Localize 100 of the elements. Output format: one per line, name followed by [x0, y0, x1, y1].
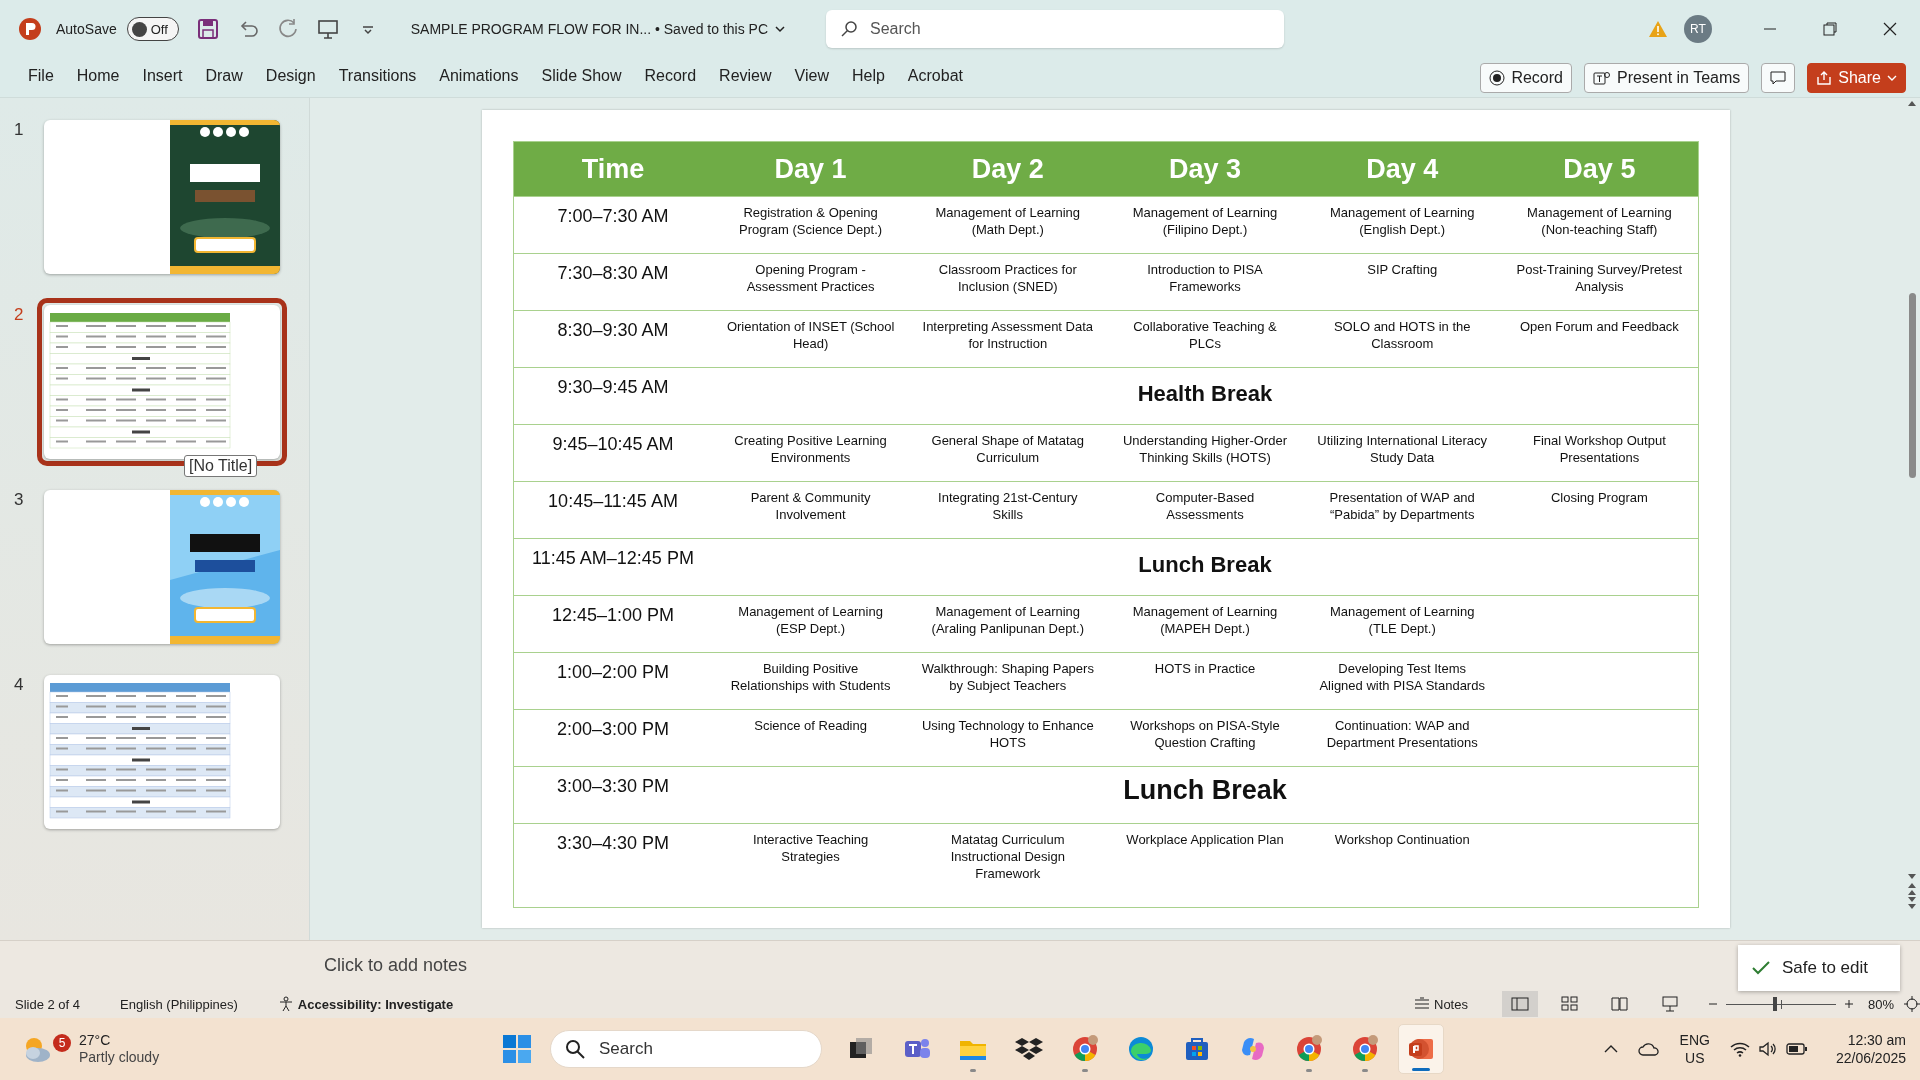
normal-view-icon: [1510, 996, 1529, 1012]
user-avatar[interactable]: RT: [1684, 15, 1712, 43]
session-cell: Continuation: WAP and Department Presentations: [1326, 718, 1478, 750]
session-cell: Interactive Teaching Strategies: [752, 832, 869, 864]
wifi-icon[interactable]: [1729, 1041, 1750, 1057]
record-button[interactable]: Record: [1480, 62, 1572, 93]
ribbon-tab[interactable]: Acrobat: [897, 61, 973, 94]
safe-to-edit-notice[interactable]: Safe to edit: [1738, 945, 1900, 991]
time-cell: 11:45 AM–12:45 PM: [532, 548, 694, 568]
teams-icon: [1592, 69, 1611, 86]
document-title[interactable]: SAMPLE PROGRAM FLOW FOR IN... • Saved to this PC: [410, 21, 787, 37]
save-icon[interactable]: [196, 18, 219, 40]
time-cell: 7:00–7:30 AM: [557, 206, 669, 226]
presentation-icon[interactable]: [316, 18, 339, 40]
chrome-app-icon: [1294, 1034, 1324, 1064]
weather-temperature[interactable]: 27°C: [79, 1031, 160, 1049]
notes-button[interactable]: Notes: [1414, 996, 1468, 1012]
session-cell: Workshops on PISA-Style Question Crafting: [1130, 718, 1280, 750]
search-input[interactable]: Search: [868, 19, 1253, 39]
restore-icon[interactable]: [1822, 21, 1838, 37]
time-cell: 10:45–11:45 AM: [548, 491, 678, 511]
ribbon-tab[interactable]: Review: [709, 61, 782, 94]
normal-view-button[interactable]: [1501, 991, 1538, 1017]
battery-icon[interactable]: [1785, 1042, 1808, 1056]
ribbon-tab[interactable]: File: [18, 61, 64, 94]
session-cell: Developing Test Items Aligned with PISA Standards: [1319, 661, 1485, 693]
ribbon-tab[interactable]: Design: [255, 61, 326, 94]
session-cell: Introduction to PISA Frameworks: [1147, 262, 1263, 294]
zoom-in-icon[interactable]: [1843, 999, 1854, 1009]
accessibility-icon: [277, 996, 294, 1012]
comments-button[interactable]: [1761, 62, 1796, 93]
session-cell: SIP Crafting: [1367, 262, 1438, 277]
search-field[interactable]: Search: [826, 10, 1285, 48]
previous-slide-icon[interactable]: [1907, 882, 1917, 896]
session-cell: Closing Program: [1550, 490, 1648, 505]
sorter-view-icon: [1560, 996, 1579, 1012]
session-cell: Creating Positive Learning Environments: [734, 433, 887, 465]
chrome-app-icon: [1070, 1034, 1100, 1064]
session-cell: Integrating 21st-Century Skills: [938, 490, 1078, 522]
search-input[interactable]: Search: [597, 1038, 801, 1060]
ribbon-tab[interactable]: Help: [841, 61, 895, 94]
column-header: Day 2: [971, 153, 1044, 185]
comment-icon: [1770, 69, 1787, 86]
accessibility-button[interactable]: Accessibility: Investigate: [277, 996, 454, 1012]
session-cell: Open Forum and Feedback: [1519, 319, 1679, 334]
cloud-icon[interactable]: [1637, 1042, 1660, 1056]
ribbon-tab[interactable]: Insert: [132, 61, 193, 94]
session-cell: HOTS in Practice: [1154, 661, 1256, 676]
edge-app-icon: [1126, 1034, 1156, 1064]
ribbon-tab[interactable]: Slide Show: [531, 61, 632, 94]
input-language-indicator[interactable]: ENG US: [1679, 1030, 1710, 1068]
ribbon-tab[interactable]: Animations: [429, 61, 529, 94]
column-header: Day 5: [1563, 153, 1636, 185]
clock[interactable]: 12:30 am 22/06/2025: [1835, 1030, 1906, 1068]
session-cell: Using Technology to Enhance HOTS: [921, 718, 1094, 750]
slide-number: 1: [13, 120, 25, 140]
share-button[interactable]: Share: [1807, 62, 1906, 93]
ribbon-tab[interactable]: Transitions: [328, 61, 427, 94]
start-icon[interactable]: [502, 1034, 532, 1064]
taskbar-search-field[interactable]: Search: [550, 1030, 822, 1068]
autosave-label: AutoSave: [56, 21, 117, 37]
session-cell: Interpreting Assessment Data for Instruction: [922, 319, 1094, 351]
ribbon-tab[interactable]: Record: [634, 61, 707, 94]
weather-condition[interactable]: Partly cloudy: [79, 1049, 160, 1067]
autosave-toggle[interactable]: Off: [126, 17, 179, 41]
scrollbar-thumb[interactable]: [1908, 293, 1916, 478]
search-icon: [565, 1039, 585, 1059]
language-indicator[interactable]: English (Philippines): [120, 996, 238, 1012]
session-cell: Walkthrough: Shaping Papers by Subject Teachers: [921, 661, 1094, 693]
notes-placeholder[interactable]: Click to add notes: [324, 955, 468, 976]
chrome-app-icon: [1350, 1034, 1380, 1064]
reading-view-icon: [1610, 996, 1629, 1012]
next-slide-icon[interactable]: [1907, 896, 1917, 910]
ribbon-tab[interactable]: View: [784, 61, 839, 94]
zoom-level[interactable]: 80%: [1867, 996, 1894, 1012]
notes-icon: [1414, 997, 1430, 1011]
share-icon: [1816, 69, 1833, 86]
session-cell: Matatag Curriculum Instructional Design Framework: [950, 832, 1065, 881]
fit-to-window-icon[interactable]: [1904, 996, 1920, 1012]
time-cell: 8:30–9:30 AM: [557, 320, 669, 340]
redo-icon[interactable]: [276, 18, 299, 40]
ribbon-tab[interactable]: Draw: [195, 61, 253, 94]
present-in-teams-button[interactable]: Present in Teams: [1583, 62, 1750, 93]
volume-icon[interactable]: [1757, 1041, 1778, 1057]
session-cell: Orientation of INSET (School Head): [726, 319, 895, 351]
time-cell: 12:45–1:00 PM: [551, 605, 675, 625]
time-cell: 2:00–3:00 PM: [556, 719, 670, 739]
close-icon[interactable]: [1882, 21, 1898, 37]
chevron-up-icon[interactable]: [1603, 1044, 1618, 1054]
column-header: Day 4: [1366, 153, 1439, 185]
session-cell: Understanding Higher-Order Thinking Skills (HOTS): [1122, 433, 1287, 465]
session-cell: SOLO and HOTS in the Classroom: [1333, 319, 1471, 351]
ribbon-tab[interactable]: Home: [66, 61, 130, 94]
zoom-slider-thumb[interactable]: [1773, 997, 1778, 1011]
column-header: Day 1: [774, 153, 847, 185]
slide-number: 2: [13, 305, 25, 325]
session-cell: Management of Learning (English Dept.): [1329, 205, 1475, 237]
checkmark-icon: [1752, 961, 1770, 975]
break-label: Health Break: [1137, 381, 1273, 406]
session-cell: Workplace Application Plan: [1126, 832, 1284, 847]
